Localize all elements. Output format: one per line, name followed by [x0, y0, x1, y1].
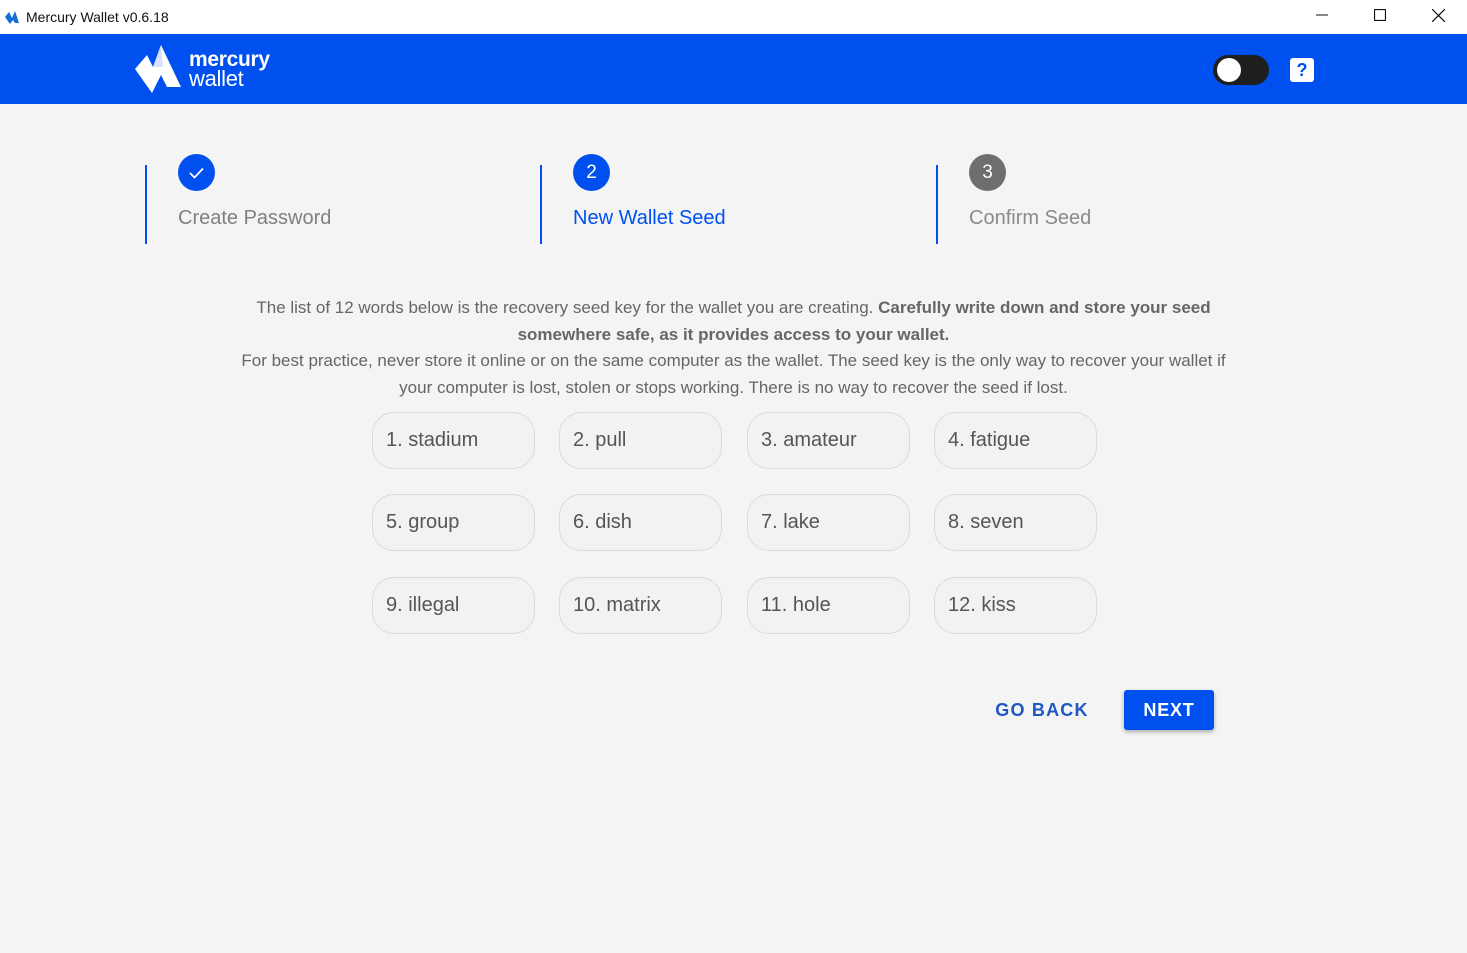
step-label: Create Password [178, 207, 332, 229]
go-back-button[interactable]: GO BACK [985, 690, 1099, 730]
seed-word: 9. illegal [372, 577, 535, 634]
step-number: 2 [573, 154, 610, 191]
help-button[interactable]: ? [1290, 58, 1314, 82]
logo-line2: wallet [189, 66, 244, 91]
step-new-wallet-seed: 2 New Wallet Seed [540, 154, 726, 244]
seed-word: 11. hole [747, 577, 910, 634]
maximize-icon [1374, 9, 1386, 21]
instructions-best-practice: For best practice, never store it online… [241, 351, 1226, 397]
seed-word: 10. matrix [559, 577, 722, 634]
window-title-bar: Mercury Wallet v0.6.18 [0, 0, 1467, 34]
app-header: mercury wallet ? [0, 34, 1467, 104]
next-button[interactable]: NEXT [1124, 690, 1214, 730]
step-label: New Wallet Seed [573, 207, 726, 229]
seed-word: 5. group [372, 494, 535, 551]
theme-toggle[interactable] [1213, 55, 1269, 85]
seed-word: 1. stadium [372, 412, 535, 469]
maximize-button[interactable] [1351, 0, 1409, 30]
mercury-logo-icon [135, 45, 181, 93]
minimize-icon [1316, 14, 1328, 16]
logo-wordmark: mercury wallet [189, 49, 270, 91]
mercury-app-icon [5, 11, 19, 24]
step-number: 3 [969, 154, 1006, 191]
seed-word: 6. dish [559, 494, 722, 551]
toggle-knob [1217, 58, 1241, 82]
close-button[interactable] [1409, 0, 1467, 30]
seed-instructions: The list of 12 words below is the recove… [240, 295, 1227, 401]
seed-word: 3. amateur [747, 412, 910, 469]
checkmark-icon [189, 167, 204, 179]
seed-word: 12. kiss [934, 577, 1097, 634]
seed-word: 7. lake [747, 494, 910, 551]
step-complete-icon [178, 154, 215, 191]
minimize-button[interactable] [1293, 0, 1351, 30]
close-icon [1431, 8, 1445, 22]
window-controls [1293, 0, 1467, 30]
seed-word: 2. pull [559, 412, 722, 469]
mercury-wallet-logo: mercury wallet [133, 43, 283, 95]
step-create-password: Create Password [145, 154, 331, 244]
window-title: Mercury Wallet v0.6.18 [26, 9, 169, 25]
seed-word: 4. fatigue [934, 412, 1097, 469]
instructions-text: The list of 12 words below is the recove… [256, 298, 879, 317]
seed-word: 8. seven [934, 494, 1097, 551]
step-label: Confirm Seed [969, 207, 1092, 229]
step-confirm-seed: 3 Confirm Seed [936, 154, 1091, 244]
